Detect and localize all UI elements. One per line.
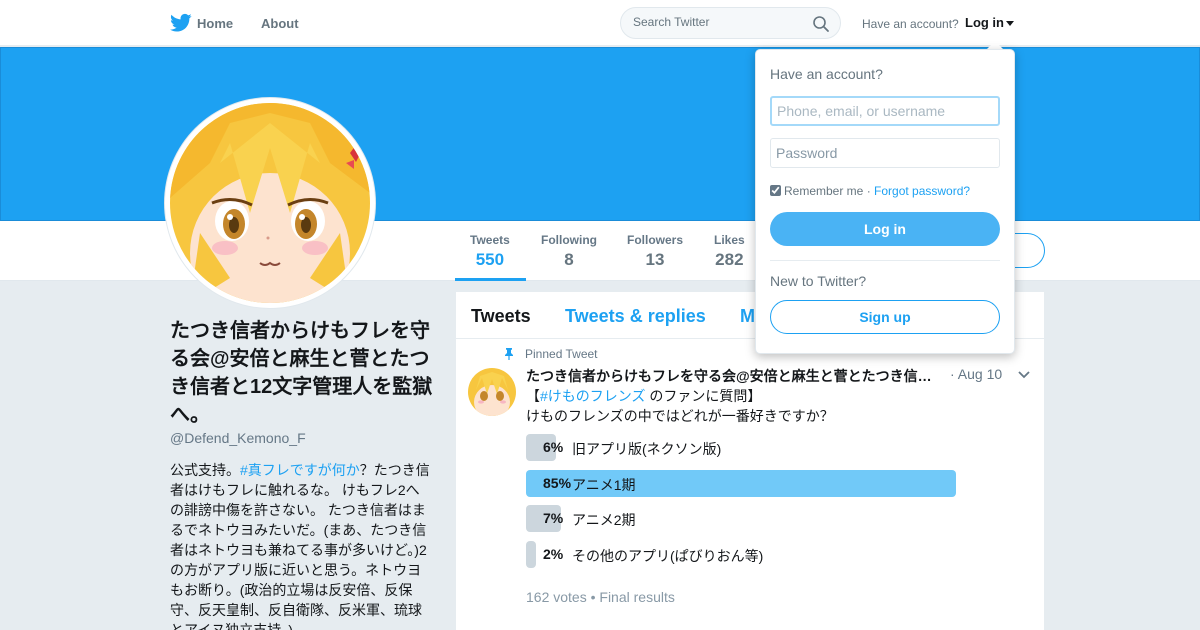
login-dropdown-toggle[interactable]: Log in: [965, 15, 1014, 30]
search-icon[interactable]: [812, 15, 830, 33]
anime-character-avatar-icon: [468, 368, 516, 416]
caret-down-icon: [1006, 21, 1014, 27]
tab-tweets-and-replies[interactable]: Tweets & replies: [565, 306, 706, 327]
signup-button[interactable]: Sign up: [770, 300, 1000, 334]
nav-home-link[interactable]: Home: [197, 16, 233, 31]
remember-me-checkbox[interactable]: [770, 185, 781, 196]
anime-character-avatar-icon: [170, 103, 370, 303]
stat-likes[interactable]: Likes 282: [714, 233, 745, 270]
poll-percent: 7%: [543, 510, 564, 526]
top-navigation: Home About Have an account? Log in: [0, 0, 1200, 46]
stat-tweets[interactable]: Tweets 550: [470, 233, 510, 270]
password-field[interactable]: [770, 138, 1000, 168]
forgot-password-link[interactable]: Forgot password?: [874, 184, 970, 198]
tab-tweets[interactable]: Tweets: [471, 306, 531, 327]
remember-me-row: Remember me · Forgot password?: [770, 184, 970, 198]
active-stat-underline: [455, 278, 526, 281]
stat-value: 13: [645, 250, 665, 269]
profile-handle[interactable]: @Defend_Kemono_F: [170, 430, 306, 446]
poll-bar: [526, 541, 536, 568]
new-to-twitter-text: New to Twitter?: [770, 273, 867, 289]
pinned-tweet-label: Pinned Tweet: [525, 347, 598, 361]
bio-hashtag-link[interactable]: #真フレですが何か: [240, 462, 360, 478]
tweet-text-suffix: のファンに質問】: [645, 388, 762, 404]
poll-option-label: その他のアプリ(ぱびりおん等): [572, 548, 764, 564]
tweet-hashtag-link[interactable]: #けものフレンズ: [540, 388, 646, 404]
search-box: [620, 7, 841, 39]
profile-avatar[interactable]: [165, 98, 375, 308]
stat-followers[interactable]: Followers 13: [627, 233, 683, 270]
login-dropdown: Have an account? Remember me · Forgot pa…: [755, 49, 1015, 354]
stat-value: 550: [475, 250, 505, 269]
poll-option-label: アニメ1期: [572, 477, 636, 493]
poll-option: 85% アニメ1期: [526, 470, 956, 497]
poll-percent: 6%: [543, 439, 564, 455]
tweet-author-avatar[interactable]: [468, 368, 516, 416]
stat-following[interactable]: Following 8: [541, 233, 597, 270]
stat-value: 282: [715, 250, 744, 269]
stat-label: Following: [541, 233, 597, 247]
remember-me-label: Remember me: [784, 184, 864, 198]
poll-option-label: アニメ2期: [572, 512, 636, 528]
pin-icon: [505, 348, 513, 360]
nav-about-link[interactable]: About: [261, 16, 299, 31]
stat-label: Likes: [714, 233, 745, 247]
bio-text-prefix: 公式支持。: [170, 462, 240, 478]
poll-footer: 162 votes • Final results: [526, 589, 675, 605]
bio-text: ？たつき信者はけもフレに触れるな。 けもフレ2への誹謗中傷を許さない。 たつき信…: [170, 462, 430, 630]
stat-label: Followers: [627, 233, 684, 247]
poll-option-label: 旧アプリ版(ネクソン版): [572, 441, 722, 457]
login-button[interactable]: Log in: [770, 212, 1000, 246]
tweet-author-name[interactable]: たつき信者からけもフレを守る会@安倍と麻生と菅とたつき信者と12文字管理人を監獄…: [526, 366, 938, 386]
divider: [770, 260, 1000, 261]
profile-name[interactable]: たつき信者からけもフレを守る会@安倍と麻生と菅とたつき信者と12文字管理人を監獄…: [170, 317, 435, 429]
have-account-text: Have an account?: [862, 17, 959, 31]
poll-option: 2% その他のアプリ(ぱびりおん等): [526, 541, 956, 568]
poll-option: 6% 旧アプリ版(ネクソン版): [526, 434, 956, 461]
separator-text: ·: [863, 184, 875, 198]
login-dropdown-heading: Have an account?: [770, 66, 883, 82]
chevron-down-icon[interactable]: [1018, 371, 1030, 379]
tweet-text-prefix: 【: [526, 388, 540, 404]
poll-percent: 85%: [543, 475, 572, 491]
tweet-date[interactable]: · Aug 10: [950, 366, 1002, 382]
profile-bio: 公式支持。#真フレですが何か？たつき信者はけもフレに触れるな。 けもフレ2への誹…: [170, 460, 432, 630]
login-toggle-label: Log in: [965, 15, 1004, 30]
poll-percent: 2%: [543, 546, 564, 562]
search-input[interactable]: [633, 15, 803, 29]
username-field[interactable]: [770, 96, 1000, 126]
tweet-text-line: けものフレンズの中ではどれが一番好きですか？: [526, 408, 834, 424]
stat-value: 8: [564, 250, 574, 269]
tweet-text-line: 【#けものフレンズ のファンに質問】: [526, 386, 761, 406]
stat-label: Tweets: [470, 233, 510, 247]
poll-option: 7% アニメ2期: [526, 505, 956, 532]
twitter-bird-icon[interactable]: [170, 13, 192, 33]
